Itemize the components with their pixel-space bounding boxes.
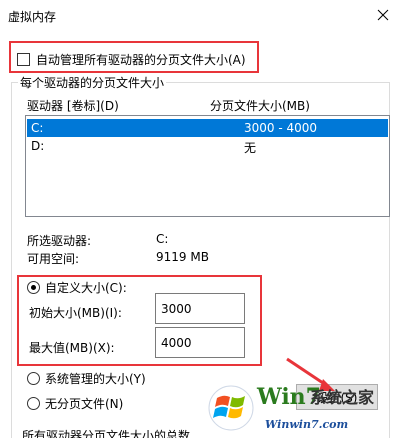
- total-paging-label: 所有驱动器分页文件大小的总数: [22, 429, 191, 438]
- max-size-label: 最大值(MB)(X):: [29, 341, 115, 355]
- max-size-input[interactable]: [155, 327, 245, 358]
- selected-drive-value: C:: [156, 232, 169, 246]
- windows-logo-icon: [208, 385, 254, 431]
- title-bar: 虚拟内存: [0, 0, 400, 30]
- drive-size: 3000 - 4000: [244, 121, 318, 135]
- system-managed-label: 系统管理的大小(Y): [45, 371, 146, 386]
- group-legend: 每个驱动器的分页文件大小: [18, 74, 167, 91]
- custom-size-radio[interactable]: [27, 280, 40, 294]
- drive-letter: C:: [31, 121, 44, 135]
- no-paging-label: 无分页文件(N): [45, 396, 124, 411]
- initial-size-input[interactable]: [155, 293, 245, 324]
- system-managed-radio[interactable]: [27, 371, 40, 385]
- drive-size: 无: [244, 141, 257, 155]
- free-space-value: 9119 MB: [156, 250, 209, 264]
- no-paging-radio[interactable]: [27, 396, 40, 410]
- column-header-drive: 驱动器 [卷标](D): [27, 99, 119, 113]
- drive-list[interactable]: C: 3000 - 4000 D: 无: [25, 115, 390, 217]
- custom-size-label: 自定义大小(C):: [45, 280, 127, 295]
- close-button[interactable]: [366, 0, 400, 30]
- auto-manage-label: 自动管理所有驱动器的分页文件大小(A): [36, 52, 246, 67]
- drive-list-header: 驱动器 [卷标](D) 分页文件大小(MB): [27, 97, 377, 115]
- selected-drive-label: 所选驱动器:: [27, 234, 92, 248]
- initial-size-label: 初始大小(MB)(I):: [29, 306, 122, 320]
- no-paging-radio-row[interactable]: 无分页文件(N): [27, 395, 123, 411]
- watermark: Win7 系统之家 Winwin7.com: [205, 380, 400, 438]
- auto-manage-checkbox[interactable]: [17, 52, 30, 66]
- drive-letter: D:: [31, 139, 45, 153]
- watermark-site: 系统之家: [310, 388, 375, 407]
- close-icon: [377, 9, 389, 21]
- drive-row-d[interactable]: D: 无: [27, 137, 388, 155]
- custom-size-radio-row[interactable]: 自定义大小(C):: [27, 279, 127, 295]
- system-managed-radio-row[interactable]: 系统管理的大小(Y): [27, 370, 146, 386]
- free-space-label: 可用空间:: [27, 252, 80, 266]
- drive-row-c[interactable]: C: 3000 - 4000: [27, 119, 388, 137]
- watermark-url: Winwin7.com: [265, 418, 349, 431]
- column-header-size: 分页文件大小(MB): [210, 99, 310, 113]
- auto-manage-checkbox-row[interactable]: 自动管理所有驱动器的分页文件大小(A): [17, 51, 246, 67]
- window-title: 虚拟内存: [8, 10, 57, 24]
